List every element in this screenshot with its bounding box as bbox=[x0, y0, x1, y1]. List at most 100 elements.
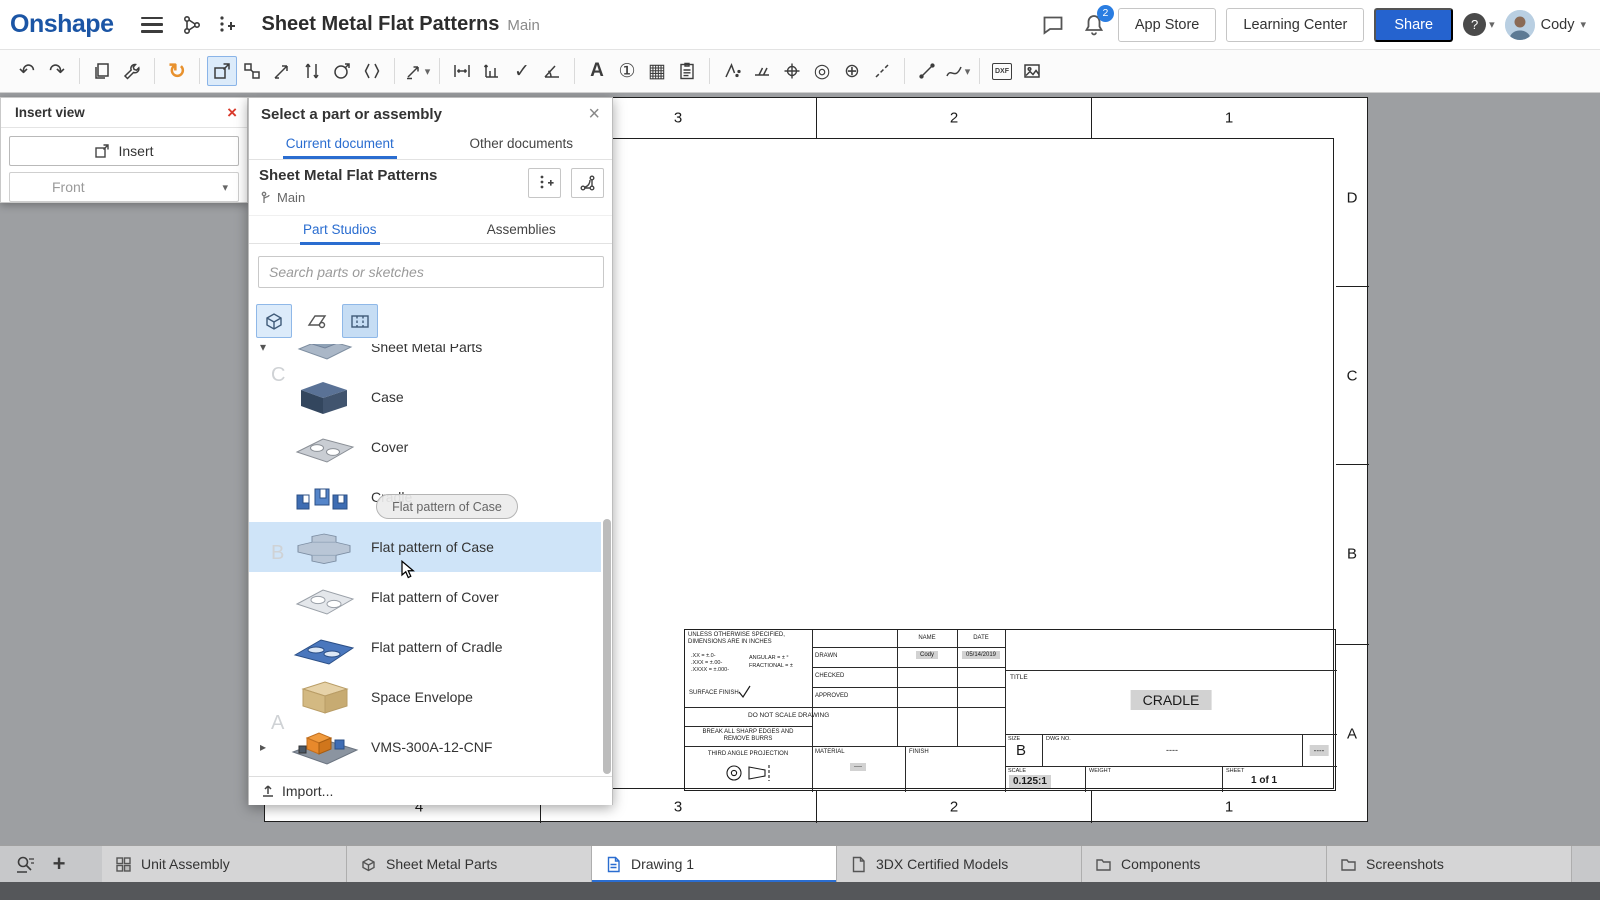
spline-icon[interactable]: ▾ bbox=[942, 56, 972, 86]
tab-components[interactable]: Components bbox=[1082, 846, 1327, 883]
learning-center-button[interactable]: Learning Center bbox=[1226, 8, 1364, 42]
center-mark-icon[interactable]: ⊕ bbox=[837, 56, 867, 86]
geometric-tolerance-icon[interactable] bbox=[777, 56, 807, 86]
update-views-icon[interactable]: ↻ bbox=[162, 56, 192, 86]
tab-screenshots[interactable]: Screenshots bbox=[1327, 846, 1572, 883]
list-item[interactable]: Space Envelope bbox=[249, 672, 601, 722]
crop-view-icon[interactable] bbox=[327, 56, 357, 86]
sheet-properties-icon[interactable] bbox=[87, 56, 117, 86]
user-menu[interactable]: Cody ▾ bbox=[1505, 10, 1586, 40]
callout-icon[interactable]: ▾ bbox=[402, 56, 432, 86]
table-icon[interactable]: ▦ bbox=[642, 56, 672, 86]
document-tabs: Current document Other documents bbox=[249, 130, 612, 160]
filter-parts-icon[interactable] bbox=[256, 304, 292, 338]
app-store-button[interactable]: App Store bbox=[1118, 8, 1217, 42]
list-item[interactable]: ▸ VMS-300A-12-CNF bbox=[249, 722, 601, 772]
centerline-icon[interactable] bbox=[867, 56, 897, 86]
search-input[interactable] bbox=[258, 256, 604, 288]
view-orientation-select[interactable]: Front ▾ bbox=[9, 172, 239, 202]
tb-scale-value[interactable]: 0.125:1 bbox=[1009, 775, 1051, 788]
weld-symbol-icon[interactable] bbox=[747, 56, 777, 86]
toolbar-separator bbox=[79, 58, 80, 84]
list-item-selected[interactable]: Flat pattern of Case bbox=[249, 522, 601, 572]
balloon-icon[interactable]: ① bbox=[612, 56, 642, 86]
assembly-thumbnail bbox=[285, 725, 363, 769]
toolbar-separator bbox=[154, 58, 155, 84]
tab-sheet-metal-parts[interactable]: Sheet Metal Parts bbox=[347, 846, 592, 883]
version-tree-button[interactable] bbox=[571, 168, 604, 198]
tab-assemblies[interactable]: Assemblies bbox=[431, 216, 613, 243]
broken-view-icon[interactable] bbox=[357, 56, 387, 86]
tb-material-value[interactable]: ---- bbox=[850, 763, 866, 771]
toolbar-separator bbox=[574, 58, 575, 84]
list-item[interactable]: Flat pattern of Cover bbox=[249, 572, 601, 622]
line-icon[interactable] bbox=[912, 56, 942, 86]
dialog-header: Select a part or assembly × bbox=[249, 98, 612, 130]
document-icon bbox=[850, 856, 867, 873]
assembly-label: VMS-300A-12-CNF bbox=[371, 739, 492, 755]
filter-surfaces-icon[interactable] bbox=[299, 304, 335, 338]
drawing-canvas[interactable]: 4 3 2 1 4 3 2 1 D C B A bbox=[0, 93, 1600, 845]
insert-position-button[interactable] bbox=[528, 168, 561, 198]
insert-view-icon[interactable] bbox=[207, 56, 237, 86]
projected-view-icon[interactable] bbox=[237, 56, 267, 86]
chevron-down-icon[interactable]: ▾ bbox=[257, 344, 269, 354]
chevron-right-icon[interactable]: ▸ bbox=[257, 740, 269, 754]
help-icon[interactable]: ? bbox=[1463, 13, 1486, 36]
insert-image-icon[interactable] bbox=[1017, 56, 1047, 86]
tb-drawn-date[interactable]: 05/14/2019 bbox=[962, 651, 1000, 659]
tab-part-studios[interactable]: Part Studios bbox=[249, 216, 431, 243]
version-tree-icon[interactable] bbox=[177, 10, 207, 40]
notifications-icon[interactable]: 2 bbox=[1082, 12, 1108, 38]
tab-unit-assembly[interactable]: Unit Assembly bbox=[102, 846, 347, 883]
insert-item-icon[interactable] bbox=[211, 10, 241, 40]
export-dxf-icon[interactable]: DXF bbox=[987, 56, 1017, 86]
tb-drawn-name[interactable]: Cody bbox=[916, 651, 938, 659]
drawing-properties-icon[interactable] bbox=[117, 56, 147, 86]
tab-3dx-certified-models[interactable]: 3DX Certified Models bbox=[837, 846, 1082, 883]
chat-icon[interactable] bbox=[1038, 10, 1068, 40]
scrollbar-thumb[interactable] bbox=[603, 519, 611, 774]
list-item[interactable]: Flat pattern of Cradle bbox=[249, 622, 601, 672]
zone-label: A bbox=[1347, 726, 1357, 743]
close-icon[interactable]: × bbox=[588, 104, 600, 124]
tab-other-documents[interactable]: Other documents bbox=[431, 130, 613, 159]
section-view-icon[interactable] bbox=[267, 56, 297, 86]
manage-tabs-icon[interactable] bbox=[8, 849, 42, 879]
close-icon[interactable]: × bbox=[227, 104, 237, 121]
auxiliary-view-icon[interactable] bbox=[297, 56, 327, 86]
ordinate-dimension-icon[interactable] bbox=[477, 56, 507, 86]
list-group-header[interactable]: ▾ Sheet Metal Parts bbox=[249, 344, 601, 372]
help-menu[interactable]: ? ▾ bbox=[1463, 13, 1495, 36]
inspection-symbol-icon[interactable]: ✓ bbox=[507, 56, 537, 86]
note-icon[interactable]: A bbox=[582, 56, 612, 86]
zone-tick bbox=[816, 98, 817, 138]
surface-finish-icon[interactable] bbox=[717, 56, 747, 86]
list-item[interactable]: Case bbox=[249, 372, 601, 422]
avatar[interactable] bbox=[1505, 10, 1535, 40]
angle-dimension-icon[interactable] bbox=[537, 56, 567, 86]
dimension-icon[interactable] bbox=[447, 56, 477, 86]
filter-flat-patterns-icon[interactable] bbox=[342, 304, 378, 338]
tb-dwg-value[interactable]: ---- bbox=[1166, 745, 1178, 755]
tb-rev-value[interactable]: ---- bbox=[1310, 745, 1329, 756]
add-tab-icon[interactable]: + bbox=[42, 849, 76, 879]
tab-drawing-1[interactable]: Drawing 1 bbox=[592, 846, 837, 883]
onshape-logo[interactable]: Onshape bbox=[10, 10, 113, 39]
list-item[interactable]: Cover bbox=[249, 422, 601, 472]
bom-icon[interactable] bbox=[672, 56, 702, 86]
tb-title-value[interactable]: CRADLE bbox=[1131, 690, 1212, 710]
share-button[interactable]: Share bbox=[1374, 8, 1453, 42]
zone-label: B bbox=[1347, 546, 1357, 563]
main-menu-icon[interactable] bbox=[141, 17, 163, 33]
insert-button[interactable]: Insert bbox=[9, 136, 239, 166]
drag-cursor bbox=[399, 560, 415, 580]
redo-icon[interactable]: ↷ bbox=[42, 56, 72, 86]
select-part-dialog: Select a part or assembly × Current docu… bbox=[248, 97, 613, 805]
folder-icon bbox=[1340, 856, 1357, 873]
import-button[interactable]: Import... bbox=[249, 776, 612, 805]
undo-icon[interactable]: ↶ bbox=[12, 56, 42, 86]
datum-icon[interactable]: ◎ bbox=[807, 56, 837, 86]
top-bar: Onshape Sheet Metal Flat PatternsMain 2 … bbox=[0, 0, 1600, 50]
tab-current-document[interactable]: Current document bbox=[249, 130, 431, 159]
